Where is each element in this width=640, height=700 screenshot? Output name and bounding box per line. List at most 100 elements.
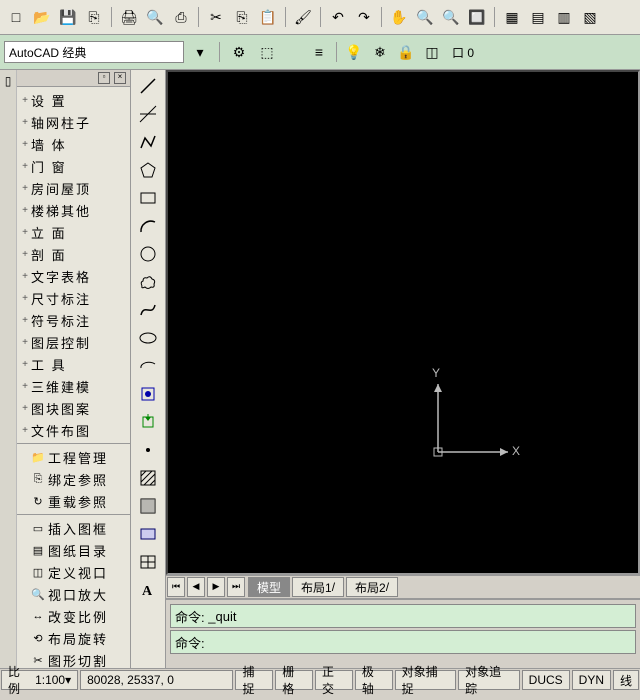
tree-item[interactable]: ⎘绑定参照 [17,468,130,490]
status-mode-toggle[interactable]: DYN [572,670,611,690]
tree-item[interactable]: +三维建模 [17,375,130,397]
open-icon[interactable]: 📂 [30,5,54,29]
tree-item[interactable]: +尺寸标注 [17,287,130,309]
tree-item[interactable]: +图块图案 [17,397,130,419]
status-mode-toggle[interactable]: 极轴 [355,670,393,690]
pan-icon[interactable]: ✋ [387,5,411,29]
tree-item[interactable]: ◫定义视口 [17,561,130,583]
expand-icon[interactable]: + [19,425,31,436]
line-icon[interactable] [134,74,162,98]
expand-icon[interactable]: + [19,161,31,172]
status-mode-toggle[interactable]: 捕捉 [235,670,273,690]
tree-item[interactable]: ↻重载参照 [17,490,130,512]
tree-item[interactable]: ✂图形切割 [17,649,130,668]
redo-icon[interactable]: ↷ [352,5,376,29]
expand-icon[interactable]: + [19,117,31,128]
tree-item[interactable]: +符号标注 [17,309,130,331]
expand-icon[interactable]: + [19,337,31,348]
tab-model[interactable]: 模型 [248,577,290,597]
new-icon[interactable]: □ [4,5,28,29]
dc-icon[interactable]: ▤ [526,5,550,29]
arc-icon[interactable] [134,214,162,238]
tab-first-icon[interactable]: ⏮ [167,577,185,597]
status-mode-toggle[interactable]: 线 [613,670,639,690]
preview-icon[interactable]: 🔍 [143,5,167,29]
markup-icon[interactable]: ▧ [578,5,602,29]
tab-prev-icon[interactable]: ◀ [187,577,205,597]
layer-current[interactable]: 口 0 [452,44,474,61]
ellipse-icon[interactable] [134,326,162,350]
props-icon[interactable]: ▦ [500,5,524,29]
status-scale[interactable]: 比例 1:100 ▾ [1,670,78,690]
palette-close-icon[interactable]: × [114,72,126,84]
expand-icon[interactable]: + [19,95,31,106]
ws-gear-icon[interactable]: ⚙ [227,40,251,64]
palette-pin-icon[interactable]: ▫ [98,72,110,84]
layer-icon[interactable]: ≡ [307,40,331,64]
circle-icon[interactable] [134,242,162,266]
expand-icon[interactable]: + [19,403,31,414]
layercolor-icon[interactable]: ◫ [420,40,444,64]
undo-icon[interactable]: ↶ [326,5,350,29]
expand-icon[interactable]: + [19,359,31,370]
status-mode-toggle[interactable]: 栅格 [275,670,313,690]
tree-item[interactable]: +墙 体 [17,133,130,155]
command-input-line[interactable]: 命令: [170,630,636,654]
copy-icon[interactable]: ⎘ [230,5,254,29]
dropdown-icon[interactable]: ▾ [188,40,212,64]
tree-item[interactable]: ↔改变比例 [17,605,130,627]
paste-icon[interactable]: 📋 [256,5,280,29]
table-icon[interactable] [134,550,162,574]
tree-item[interactable]: +楼梯其他 [17,199,130,221]
cut-icon[interactable]: ✂ [204,5,228,29]
zoom-icon[interactable]: 🔍 [413,5,437,29]
point-icon[interactable] [134,438,162,462]
layeron-icon[interactable]: 💡 [342,40,366,64]
ws-lock-icon[interactable]: ⬚ [255,40,279,64]
region-icon[interactable] [134,522,162,546]
tree-item[interactable]: 📁工程管理 [17,446,130,468]
expand-icon[interactable]: + [19,315,31,326]
tree-item[interactable]: +文字表格 [17,265,130,287]
expand-icon[interactable]: + [19,271,31,282]
tree-item[interactable]: +设 置 [17,89,130,111]
status-mode-toggle[interactable]: DUCS [522,670,570,690]
expand-icon[interactable]: + [19,381,31,392]
tab-next-icon[interactable]: ▶ [207,577,225,597]
block-icon[interactable] [134,382,162,406]
tab-layout2[interactable]: 布局2 / [346,577,398,597]
tree-item[interactable]: +文件布图 [17,419,130,441]
model-canvas[interactable]: X Y [166,70,640,575]
workspace-dropdown[interactable] [4,41,184,63]
tree-item[interactable]: ▭插入图框 [17,517,130,539]
publish-icon[interactable]: ⎙ [169,5,193,29]
revcloud-icon[interactable] [134,270,162,294]
expand-icon[interactable]: + [19,205,31,216]
gradient-icon[interactable] [134,494,162,518]
zoomwin-icon[interactable]: 🔲 [465,5,489,29]
ellipsearc-icon[interactable] [134,354,162,378]
tree-item[interactable]: +立 面 [17,221,130,243]
tab-layout1[interactable]: 布局1 / [292,577,344,597]
expand-icon[interactable]: + [19,183,31,194]
save-icon[interactable]: 💾 [56,5,80,29]
tree-item[interactable]: ⟲布局旋转 [17,627,130,649]
tree-item[interactable]: +图层控制 [17,331,130,353]
rect-icon[interactable] [134,186,162,210]
text-icon[interactable]: A [134,578,162,602]
toolpal-icon[interactable]: ▥ [552,5,576,29]
expand-icon[interactable]: + [19,249,31,260]
tree-item[interactable]: +房间屋顶 [17,177,130,199]
tree-item[interactable]: +轴网柱子 [17,111,130,133]
match-icon[interactable]: 🖌 [291,5,315,29]
layerfrz-icon[interactable]: ❄ [368,40,392,64]
status-mode-toggle[interactable]: 对象追踪 [458,670,520,690]
expand-icon[interactable]: + [19,139,31,150]
status-mode-toggle[interactable]: 对象捕捉 [395,670,457,690]
plot-icon[interactable]: 🖨 [117,5,141,29]
expand-icon[interactable]: + [19,293,31,304]
hatch-icon[interactable] [134,466,162,490]
strip-icon[interactable]: ▯ [5,74,12,88]
insert-icon[interactable] [134,410,162,434]
xline-icon[interactable] [134,102,162,126]
